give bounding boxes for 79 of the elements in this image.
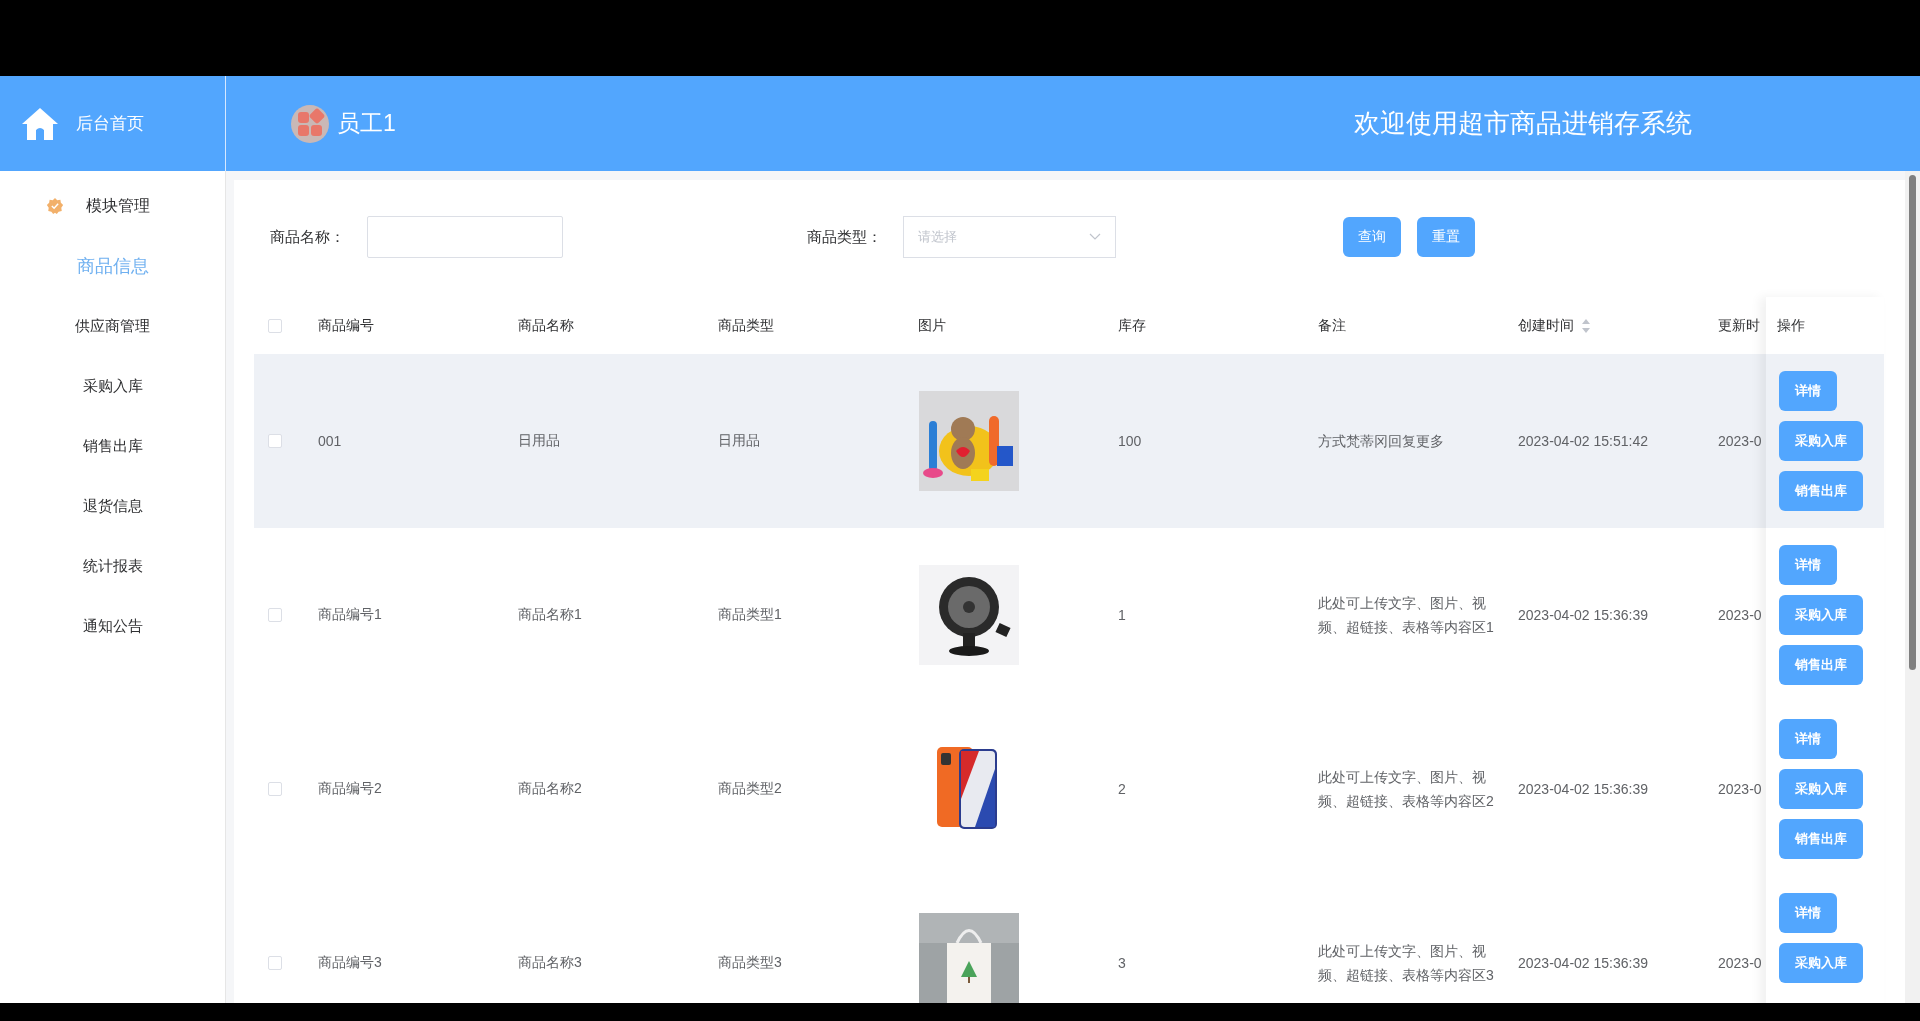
table-cell: 2023-0 <box>1718 607 1762 623</box>
table-row[interactable]: 商品编号1 商品名称1 商品类型1 1 此处可上传文字、图片、视频、超链接、表格等内容区1 2023-04-02 15:36:39 2023-0 <box>254 528 1766 702</box>
action-button[interactable]: 详情 <box>1779 893 1837 933</box>
table-cell: 商品编号3 <box>318 954 382 972</box>
column-header: 商品名称 <box>518 316 574 335</box>
row-checkbox[interactable] <box>268 782 282 796</box>
avatar-icon[interactable] <box>291 104 329 143</box>
row-checkbox[interactable] <box>268 434 282 448</box>
table-cell: 2023-04-02 15:36:39 <box>1518 955 1648 971</box>
badge-check-icon <box>46 197 64 215</box>
table-cell: 3 <box>1118 955 1126 971</box>
type-select[interactable]: 请选择 <box>903 216 1116 258</box>
field-label: 商品名称： <box>270 227 345 247</box>
action-button[interactable]: 采购入库 <box>1779 943 1863 983</box>
table-cell: 100 <box>1118 433 1142 449</box>
column-header: 创建时间 <box>1518 316 1574 335</box>
chevron-down-icon <box>1089 233 1101 241</box>
table-cell-text: 此处可上传文字、图片、视频、超链接、表格等内容区3 <box>1318 942 1495 985</box>
table-row[interactable]: 001 日用品 日用品 100 方式梵蒂冈回复更多 2023-04-02 15:51:42 2023-0 <box>254 354 1766 528</box>
column-header: 更新时 <box>1718 316 1760 335</box>
table-cell: 商品名称2 <box>518 780 582 798</box>
home-icon[interactable] <box>20 105 60 142</box>
sidebar-item[interactable]: 商品信息 <box>0 236 225 296</box>
query-button[interactable]: 查询 <box>1343 217 1401 257</box>
table-cell-text: 方式梵蒂冈回复更多 <box>1318 432 1445 451</box>
table-cell: 商品名称3 <box>518 954 582 972</box>
table-cell-text: 此处可上传文字、图片、视频、超链接、表格等内容区2 <box>1318 768 1495 811</box>
select-all-checkbox[interactable] <box>268 318 282 333</box>
action-button[interactable]: 详情 <box>1779 719 1837 759</box>
action-button[interactable]: 销售出库 <box>1779 819 1863 859</box>
action-button[interactable]: 采购入库 <box>1779 769 1863 809</box>
action-button[interactable]: 销售出库 <box>1779 471 1863 511</box>
sidebar-item[interactable]: 供应商管理 <box>0 296 225 356</box>
action-button[interactable]: 详情 <box>1779 371 1837 411</box>
table-cell: 商品类型2 <box>718 780 782 798</box>
name-input-field[interactable] <box>367 216 563 258</box>
table-cell: 001 <box>318 433 342 449</box>
row-checkbox[interactable] <box>268 956 282 970</box>
sidebar-item[interactable]: 退货信息 <box>0 476 225 536</box>
column-header: 操作 <box>1777 316 1805 335</box>
action-button[interactable]: 销售出库 <box>1779 645 1863 685</box>
table-cell: 商品类型1 <box>718 606 782 624</box>
sort-icon[interactable] <box>1582 318 1590 333</box>
sidebar-item[interactable]: 通知公告 <box>0 596 225 656</box>
field-label: 商品类型： <box>807 227 882 247</box>
table-cell: 2023-0 <box>1718 781 1762 797</box>
column-header: 图片 <box>918 316 946 335</box>
table-cell: 2023-04-02 15:36:39 <box>1518 781 1648 797</box>
table-cell: 商品类型3 <box>718 954 782 972</box>
table-cell: 日用品 <box>718 432 760 450</box>
table-cell: 1 <box>1118 607 1126 623</box>
sidebar-item[interactable]: 销售出库 <box>0 416 225 476</box>
table-cell: 2023-0 <box>1718 955 1762 971</box>
reset-button[interactable]: 重置 <box>1417 217 1475 257</box>
table-cell: 商品编号2 <box>318 780 382 798</box>
menu-group-label[interactable]: 模块管理 <box>86 195 150 217</box>
table-row[interactable]: 商品编号2 商品名称2 商品类型2 2 此处可上传文字、图片、视频、超链接、表格等内容区2 2023-04-02 15:36:39 2023-0 <box>254 702 1766 876</box>
table-cell: 商品名称1 <box>518 606 582 624</box>
sidebar-item[interactable]: 采购入库 <box>0 356 225 416</box>
action-button[interactable]: 采购入库 <box>1779 421 1863 461</box>
table-cell-text: 此处可上传文字、图片、视频、超链接、表格等内容区1 <box>1318 594 1495 637</box>
action-button[interactable]: 采购入库 <box>1779 595 1863 635</box>
table-cell: 2023-04-02 15:51:42 <box>1518 433 1648 449</box>
table-cell: 日用品 <box>518 432 560 450</box>
table-cell: 商品编号1 <box>318 606 382 624</box>
row-checkbox[interactable] <box>268 608 282 622</box>
column-header: 商品编号 <box>318 316 374 335</box>
sidebar-item[interactable]: 统计报表 <box>0 536 225 596</box>
home-link[interactable]: 后台首页 <box>76 112 144 135</box>
page-title: 欢迎使用超市商品进销存系统 <box>1354 107 1692 140</box>
column-header: 库存 <box>1118 316 1146 335</box>
table-cell: 2 <box>1118 781 1126 797</box>
column-header: 备注 <box>1318 316 1346 335</box>
column-header: 商品类型 <box>718 316 774 335</box>
action-button[interactable]: 详情 <box>1779 545 1837 585</box>
user-name: 员工1 <box>337 109 396 138</box>
table-cell: 2023-0 <box>1718 433 1762 449</box>
table-cell: 2023-04-02 15:36:39 <box>1518 607 1648 623</box>
scrollbar[interactable] <box>1905 171 1920 1003</box>
